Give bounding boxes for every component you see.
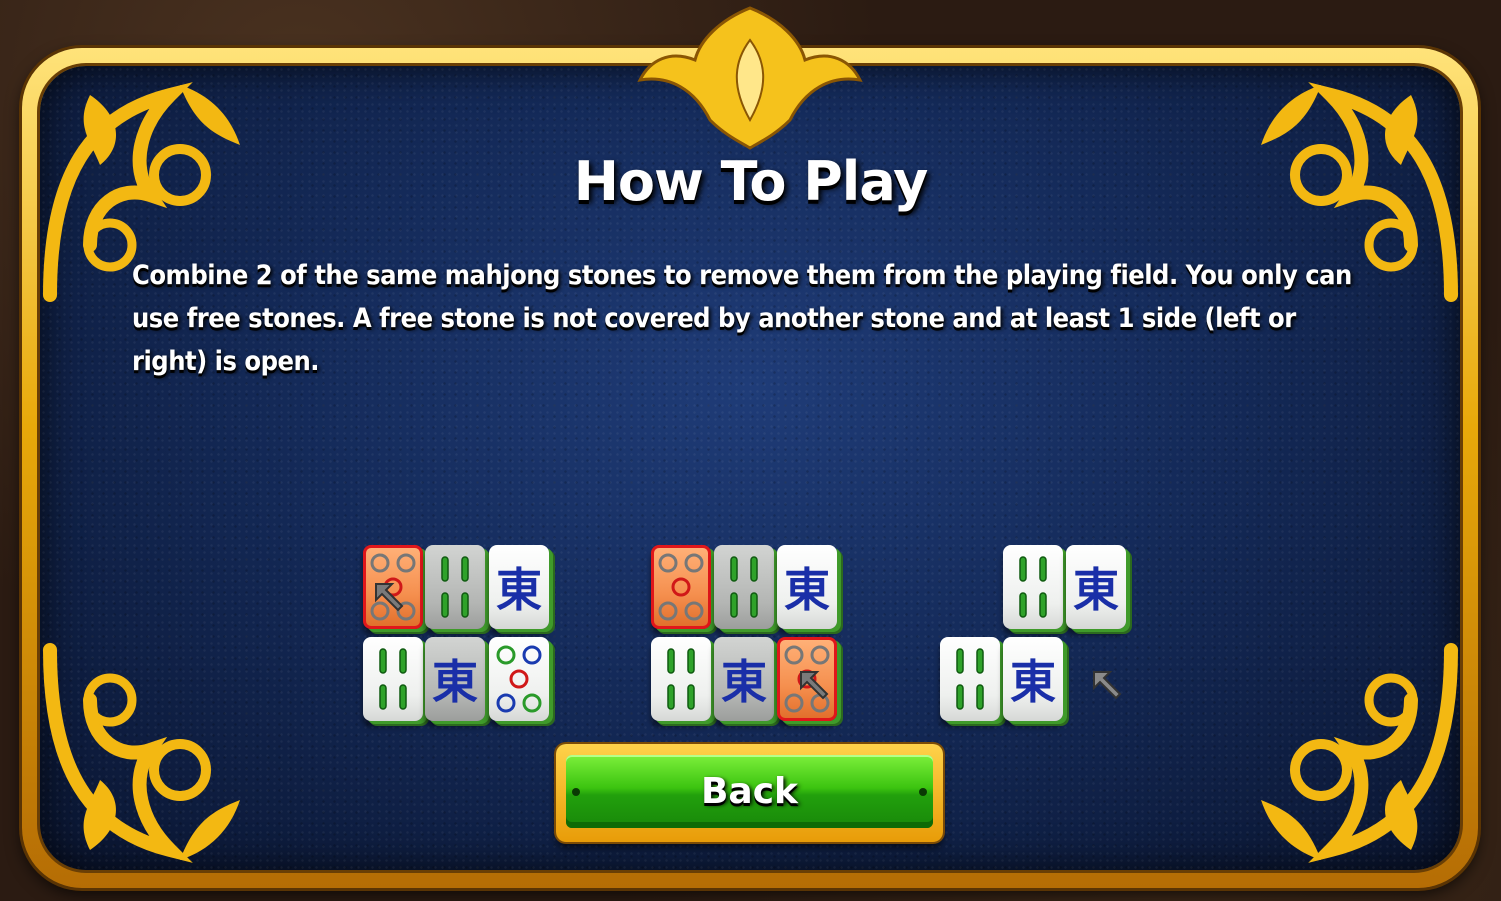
tile-bamboo bbox=[363, 637, 423, 721]
tile-east-wind: 東 bbox=[714, 637, 774, 721]
cursor-arrow-icon bbox=[1093, 671, 1122, 700]
cursor-arrow-icon bbox=[800, 671, 829, 700]
east-wind-glyph: 東 bbox=[496, 563, 542, 617]
back-button-face[interactable]: Back bbox=[566, 755, 933, 828]
tile-circles bbox=[489, 637, 549, 721]
tile-east-wind: 東 bbox=[489, 545, 549, 629]
east-wind-glyph: 東 bbox=[721, 655, 767, 709]
east-wind-glyph: 東 bbox=[432, 655, 478, 709]
back-button-label: Back bbox=[700, 771, 798, 812]
bamboo-icon bbox=[379, 648, 407, 710]
tile-bamboo bbox=[714, 545, 774, 629]
back-button[interactable]: Back bbox=[556, 744, 943, 842]
bamboo-icon bbox=[730, 556, 758, 618]
bamboo-icon bbox=[1019, 556, 1047, 618]
tile-bamboo bbox=[651, 637, 711, 721]
cursor-arrow-icon bbox=[375, 583, 404, 612]
east-wind-glyph: 東 bbox=[784, 563, 830, 617]
east-wind-glyph: 東 bbox=[1010, 655, 1056, 709]
tile-bamboo bbox=[425, 545, 485, 629]
east-wind-glyph: 東 bbox=[1073, 563, 1119, 617]
bamboo-icon bbox=[441, 556, 469, 618]
instructions-text: Combine 2 of the same mahjong stones to … bbox=[132, 260, 1352, 377]
tile-circles-selected bbox=[651, 545, 711, 629]
tile-east-wind: 東 bbox=[777, 545, 837, 629]
tile-east-wind: 東 bbox=[1003, 637, 1063, 721]
rivet-left bbox=[572, 787, 580, 796]
rivet-right bbox=[919, 787, 927, 796]
tile-east-wind: 東 bbox=[425, 637, 485, 721]
dialog-title: How To Play bbox=[573, 150, 929, 213]
tile-bamboo bbox=[1003, 545, 1063, 629]
tile-bamboo bbox=[940, 637, 1000, 721]
bamboo-icon bbox=[956, 648, 984, 710]
bamboo-icon bbox=[667, 648, 695, 710]
circles-icon bbox=[658, 553, 704, 621]
tile-east-wind: 東 bbox=[1066, 545, 1126, 629]
circles-icon bbox=[496, 645, 542, 713]
